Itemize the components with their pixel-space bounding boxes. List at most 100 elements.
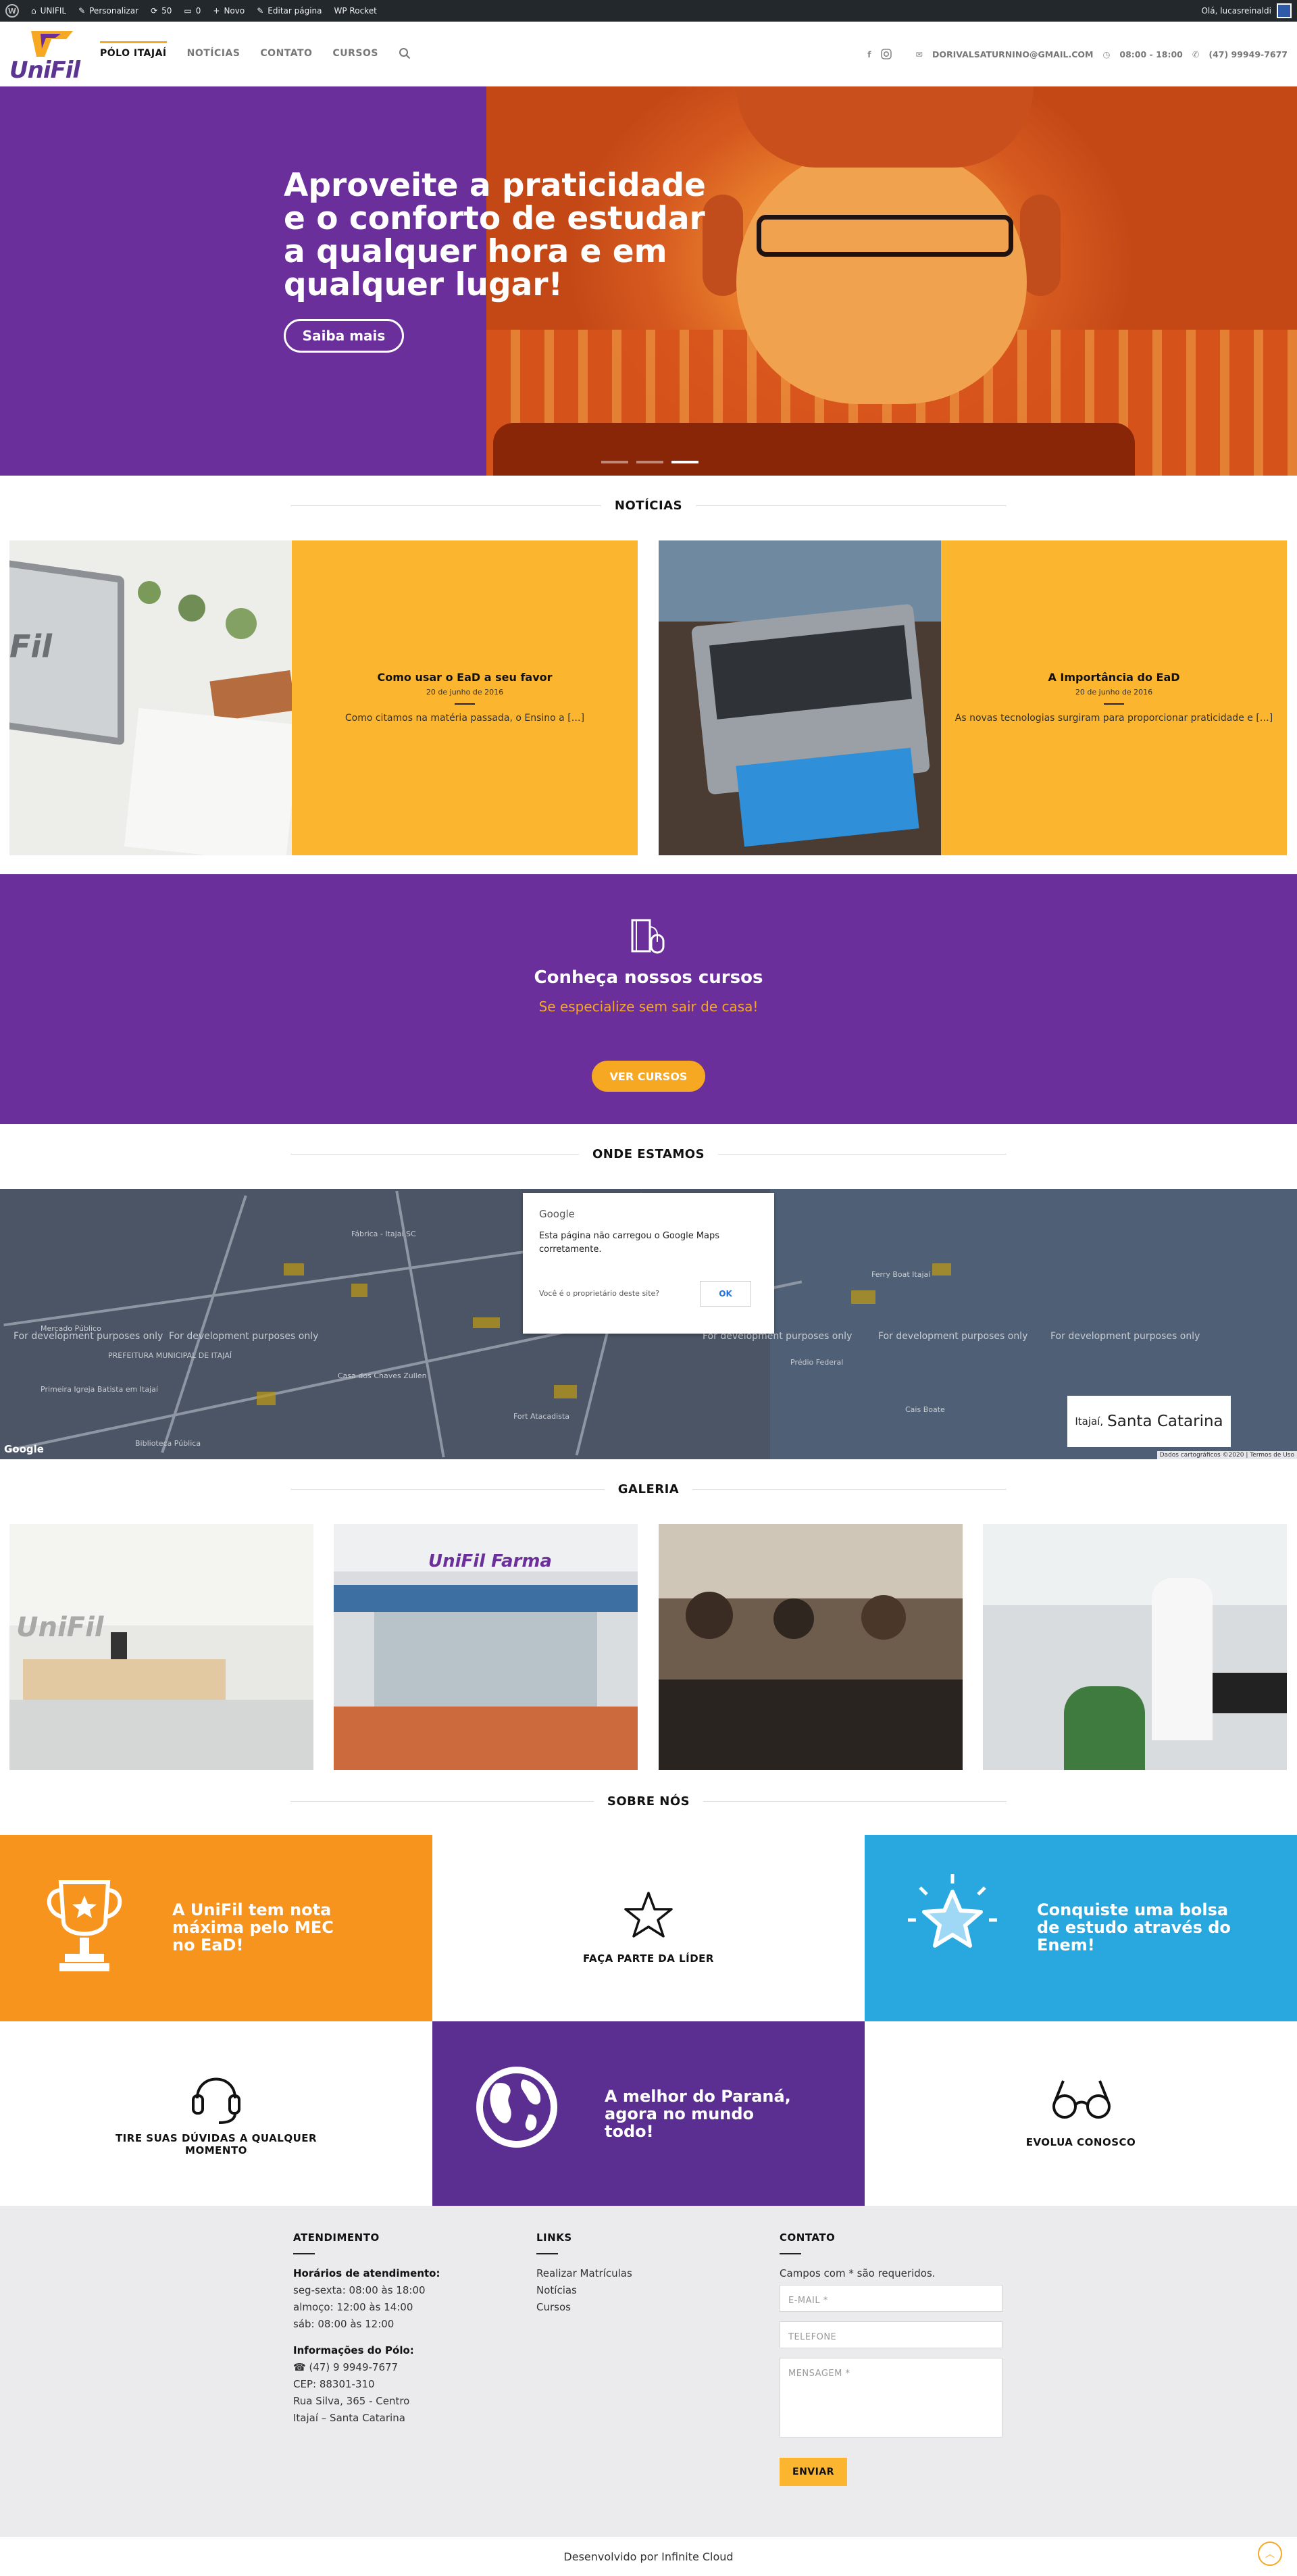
instagram-icon[interactable]	[880, 49, 892, 59]
gallery-image[interactable]	[659, 1524, 963, 1770]
news-card[interactable]: Fil Como usar o EaD a seu favor 20 de ju…	[9, 540, 638, 855]
admin-wp-rocket-link[interactable]: WP Rocket	[334, 6, 377, 16]
footer-hours-line: almoço: 12:00 às 14:00	[293, 2301, 413, 2313]
footer-heading: LINKS	[536, 2231, 572, 2244]
ver-cursos-button[interactable]: VER CURSOS	[592, 1061, 705, 1092]
plant-icon	[178, 595, 205, 622]
sketchbook-graphic	[124, 708, 292, 855]
gallery-photo-wall-logo: UniFil	[16, 1612, 104, 1643]
map-block	[851, 1290, 875, 1304]
about-cell-parana: A melhor do Paraná, agora no mundo todo!	[432, 2021, 865, 2208]
glasses-icon	[1052, 2080, 1111, 2119]
google-brand: Google	[539, 1208, 575, 1220]
site-header: UniFil PÓLO ITAJAÍ NOTÍCIAS CONTATO CURS…	[0, 22, 1297, 86]
slider-dot-active[interactable]	[671, 461, 698, 463]
search-icon[interactable]	[399, 47, 411, 59]
gallery-photo-ceiling	[9, 1524, 313, 1625]
map-attribution[interactable]: Dados cartográficos ©2020 | Termos de Us…	[1156, 1451, 1297, 1459]
google-maps-error-dialog: Google Esta página não carregou o Google…	[523, 1193, 774, 1334]
admin-account-menu[interactable]: Olá, lucasreinaldi	[1201, 3, 1292, 18]
gallery-photo-desk	[23, 1659, 226, 1700]
footer-hours-line: seg-sexta: 08:00 às 18:00	[293, 2284, 426, 2296]
news-body: A Importância do EaD 20 de junho de 2016…	[941, 540, 1287, 855]
admin-site-link[interactable]: ⌂ UNIFIL	[31, 6, 66, 16]
header-hours: 08:00 - 18:00	[1119, 49, 1183, 59]
gallery-photo-ceiling	[983, 1524, 1287, 1605]
gallery-photo-student	[773, 1598, 814, 1639]
form-required-note: Campos com * são requeridos.	[780, 2267, 936, 2279]
about-text: Conquiste uma bolsa de estudo através do…	[1037, 1900, 1231, 1954]
gallery-photo-sign: UniFil Farma	[428, 1551, 552, 1571]
headset-icon	[192, 2077, 240, 2124]
map-block	[351, 1284, 367, 1297]
about-cell-evolua: EVOLUA CONOSCO	[865, 2021, 1297, 2208]
about-text: EVOLUA CONOSCO	[1025, 2136, 1136, 2148]
admin-new-link[interactable]: + Novo	[213, 6, 245, 16]
footer-link-noticias[interactable]: Notícias	[536, 2282, 739, 2299]
hero-saiba-mais-button[interactable]: Saiba mais	[284, 319, 404, 353]
news-title[interactable]: Como usar o EaD a seu favor	[377, 671, 552, 684]
map-label: Primeira Igreja Batista em Itajaí	[41, 1385, 158, 1394]
footer-link-matriculas[interactable]: Realizar Matrículas	[536, 2265, 739, 2282]
slider-dot[interactable]	[601, 461, 628, 463]
gallery-image[interactable]	[983, 1524, 1287, 1770]
admin-customize-link[interactable]: ✎ Personalizar	[78, 6, 138, 16]
gallery-photo-wall	[334, 1707, 638, 1770]
footer-heading: CONTATO	[780, 2231, 836, 2244]
nav-item-contato[interactable]: CONTATO	[260, 48, 312, 59]
gallery-photo-student	[686, 1592, 733, 1639]
gallery-photo-floor	[9, 1700, 313, 1770]
admin-updates-link[interactable]: ⟳ 50	[151, 6, 172, 16]
nav-item-polo-itajai[interactable]: PÓLO ITAJAÍ	[100, 41, 167, 59]
credits-text[interactable]: Desenvolvido por Infinite Cloud	[563, 2550, 733, 2563]
dialog-ok-button[interactable]: OK	[700, 1281, 751, 1307]
header-phone-link[interactable]: (47) 99949-7677	[1209, 49, 1288, 59]
footer-phone[interactable]: ☎ (47) 9 9949-7677	[293, 2359, 496, 2376]
slider-dot[interactable]	[636, 461, 663, 463]
send-button[interactable]: ENVIAR	[780, 2458, 847, 2486]
gallery-photo-person	[1152, 1578, 1213, 1740]
footer-link-cursos[interactable]: Cursos	[536, 2299, 739, 2316]
admin-comments-link[interactable]: ▭ 0	[184, 6, 201, 16]
admin-edit-page-link[interactable]: ✎ Editar página	[257, 6, 322, 16]
form-spacer	[780, 2447, 1009, 2458]
footer-address: Rua Silva, 365 - Centro	[293, 2395, 410, 2407]
back-to-top-button[interactable]: ︿	[1258, 2542, 1282, 2566]
news-card[interactable]: A Importância do EaD 20 de junho de 2016…	[659, 540, 1287, 855]
map-block	[932, 1263, 951, 1276]
site-logo[interactable]: UniFil	[9, 27, 84, 84]
nav-item-noticias[interactable]: NOTÍCIAS	[187, 48, 240, 59]
phone-field[interactable]: TELEFONE	[780, 2321, 1002, 2348]
footer-cep: CEP: 88301-310	[293, 2378, 375, 2390]
gallery-photo-person	[1064, 1686, 1145, 1770]
gallery-image[interactable]: UniFil	[9, 1524, 313, 1770]
dialog-owner-question[interactable]: Você é o proprietário deste site?	[539, 1289, 659, 1298]
about-cell-mec: A UniFil tem nota máxima pelo MEC no EaD…	[0, 1835, 432, 2021]
message-field[interactable]: MENSAGEM *	[780, 2358, 1002, 2438]
footer-hours-title: Horários de atendimento:	[293, 2267, 440, 2279]
about-cell-duvidas: TIRE SUAS DÚVIDAS A QUALQUER MOMENTO	[0, 2021, 432, 2208]
about-cell-lider: FAÇA PARTE DA LÍDER	[432, 1835, 865, 2021]
avatar	[1277, 3, 1292, 18]
map-label: Cais Boate	[905, 1405, 945, 1414]
globe-icon	[476, 2067, 557, 2148]
star-icon	[624, 1892, 673, 1938]
nav-item-cursos[interactable]: CURSOS	[332, 48, 378, 59]
map-dev-notice: For development purposes only	[878, 1331, 1028, 1342]
wp-logo-icon[interactable]: W	[5, 4, 19, 18]
map-label: Casa dos Chaves Zullen	[338, 1371, 427, 1380]
news-title[interactable]: A Importância do EaD	[1048, 671, 1179, 684]
gallery-photo-table	[1213, 1673, 1287, 1713]
facebook-icon[interactable]: f	[867, 49, 871, 59]
slider-dots	[601, 461, 698, 463]
map-dev-notice: For development purposes only	[14, 1331, 163, 1342]
map-state: Santa Catarina	[1107, 1413, 1223, 1430]
about-cell-enem: Conquiste uma bolsa de estudo através do…	[865, 1835, 1297, 2021]
news-excerpt: Como citamos na matéria passada, o Ensin…	[345, 713, 585, 724]
header-email-link[interactable]: DORIVALSATURNINO@GMAIL.COM	[932, 49, 1093, 59]
hero-photo-beanie	[736, 86, 1034, 168]
email-field[interactable]: E-MAIL *	[780, 2285, 1002, 2312]
map-city: Itajaí,	[1075, 1415, 1104, 1428]
gallery-image[interactable]: UniFil Farma	[334, 1524, 638, 1770]
footer-heading-bar	[780, 2253, 801, 2254]
